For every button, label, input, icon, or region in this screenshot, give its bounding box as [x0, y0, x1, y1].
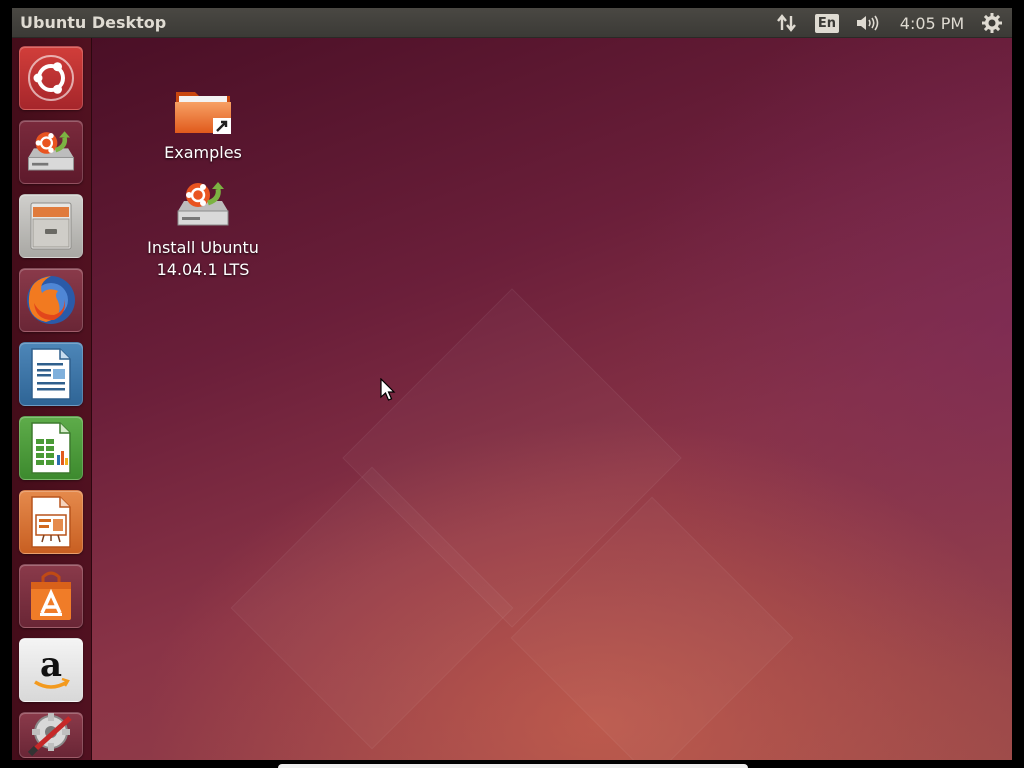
- top-panel: Ubuntu Desktop En 4:05 PM: [12, 8, 1012, 38]
- keyboard-layout-label: En: [814, 13, 840, 33]
- ubuntu-logo-icon: [28, 55, 74, 101]
- mouse-pointer-icon: [380, 377, 396, 406]
- writer-document-icon: [31, 348, 71, 400]
- network-indicator[interactable]: [772, 8, 802, 38]
- installer-icon: [27, 131, 75, 171]
- shopping-bag-icon: [31, 571, 71, 620]
- launcher-item-install-ubuntu[interactable]: [19, 120, 83, 184]
- impress-presentation-icon: [31, 496, 71, 548]
- window-title: Ubuntu Desktop: [20, 13, 167, 32]
- launcher: a: [12, 38, 92, 760]
- launcher-item-ubuntu-software-center[interactable]: [19, 564, 83, 628]
- launcher-item-amazon[interactable]: a: [19, 638, 83, 702]
- desktop-icon-label-line2: 14.04.1 LTS: [156, 260, 250, 279]
- sound-indicator[interactable]: [852, 8, 882, 38]
- launcher-item-libreoffice-calc[interactable]: [19, 416, 83, 480]
- clock-indicator[interactable]: 4:05 PM: [892, 8, 972, 38]
- gear-icon: [982, 13, 1002, 33]
- bottom-edge-bar: [278, 764, 748, 768]
- desktop-icon-install-ubuntu[interactable]: Install Ubuntu 14.04.1 LTS: [133, 173, 273, 281]
- svg-text:a: a: [40, 645, 62, 685]
- launcher-item-firefox[interactable]: [19, 268, 83, 332]
- desktop-screen: Ubuntu Desktop En 4:05 PM Examples Insta…: [12, 8, 1012, 760]
- launcher-item-files[interactable]: [19, 194, 83, 258]
- folder-link-icon: [171, 78, 235, 142]
- network-updown-icon: [777, 14, 796, 32]
- launcher-item-libreoffice-writer[interactable]: [19, 342, 83, 406]
- desktop-background[interactable]: Examples Install Ubuntu 14.04.1 LTS: [92, 38, 1012, 760]
- desktop-icon-examples[interactable]: Examples: [133, 78, 273, 164]
- clock-time: 4:05 PM: [899, 13, 965, 33]
- desktop-icon-label: Examples: [164, 143, 242, 162]
- launcher-item-libreoffice-impress[interactable]: [19, 490, 83, 554]
- amazon-icon: a: [34, 645, 70, 689]
- session-indicator[interactable]: [977, 8, 1007, 38]
- volume-icon: [857, 15, 879, 31]
- calc-spreadsheet-icon: [31, 422, 71, 474]
- launcher-item-dash-home[interactable]: [19, 46, 83, 110]
- settings-tools-icon: [27, 713, 72, 757]
- launcher-item-system-settings[interactable]: [19, 712, 83, 758]
- desktop-icon-label-line1: Install Ubuntu: [147, 238, 259, 257]
- file-cabinet-icon: [30, 202, 72, 250]
- keyboard-layout-indicator[interactable]: En: [812, 8, 842, 38]
- installer-icon: [171, 173, 235, 237]
- firefox-icon: [27, 276, 75, 324]
